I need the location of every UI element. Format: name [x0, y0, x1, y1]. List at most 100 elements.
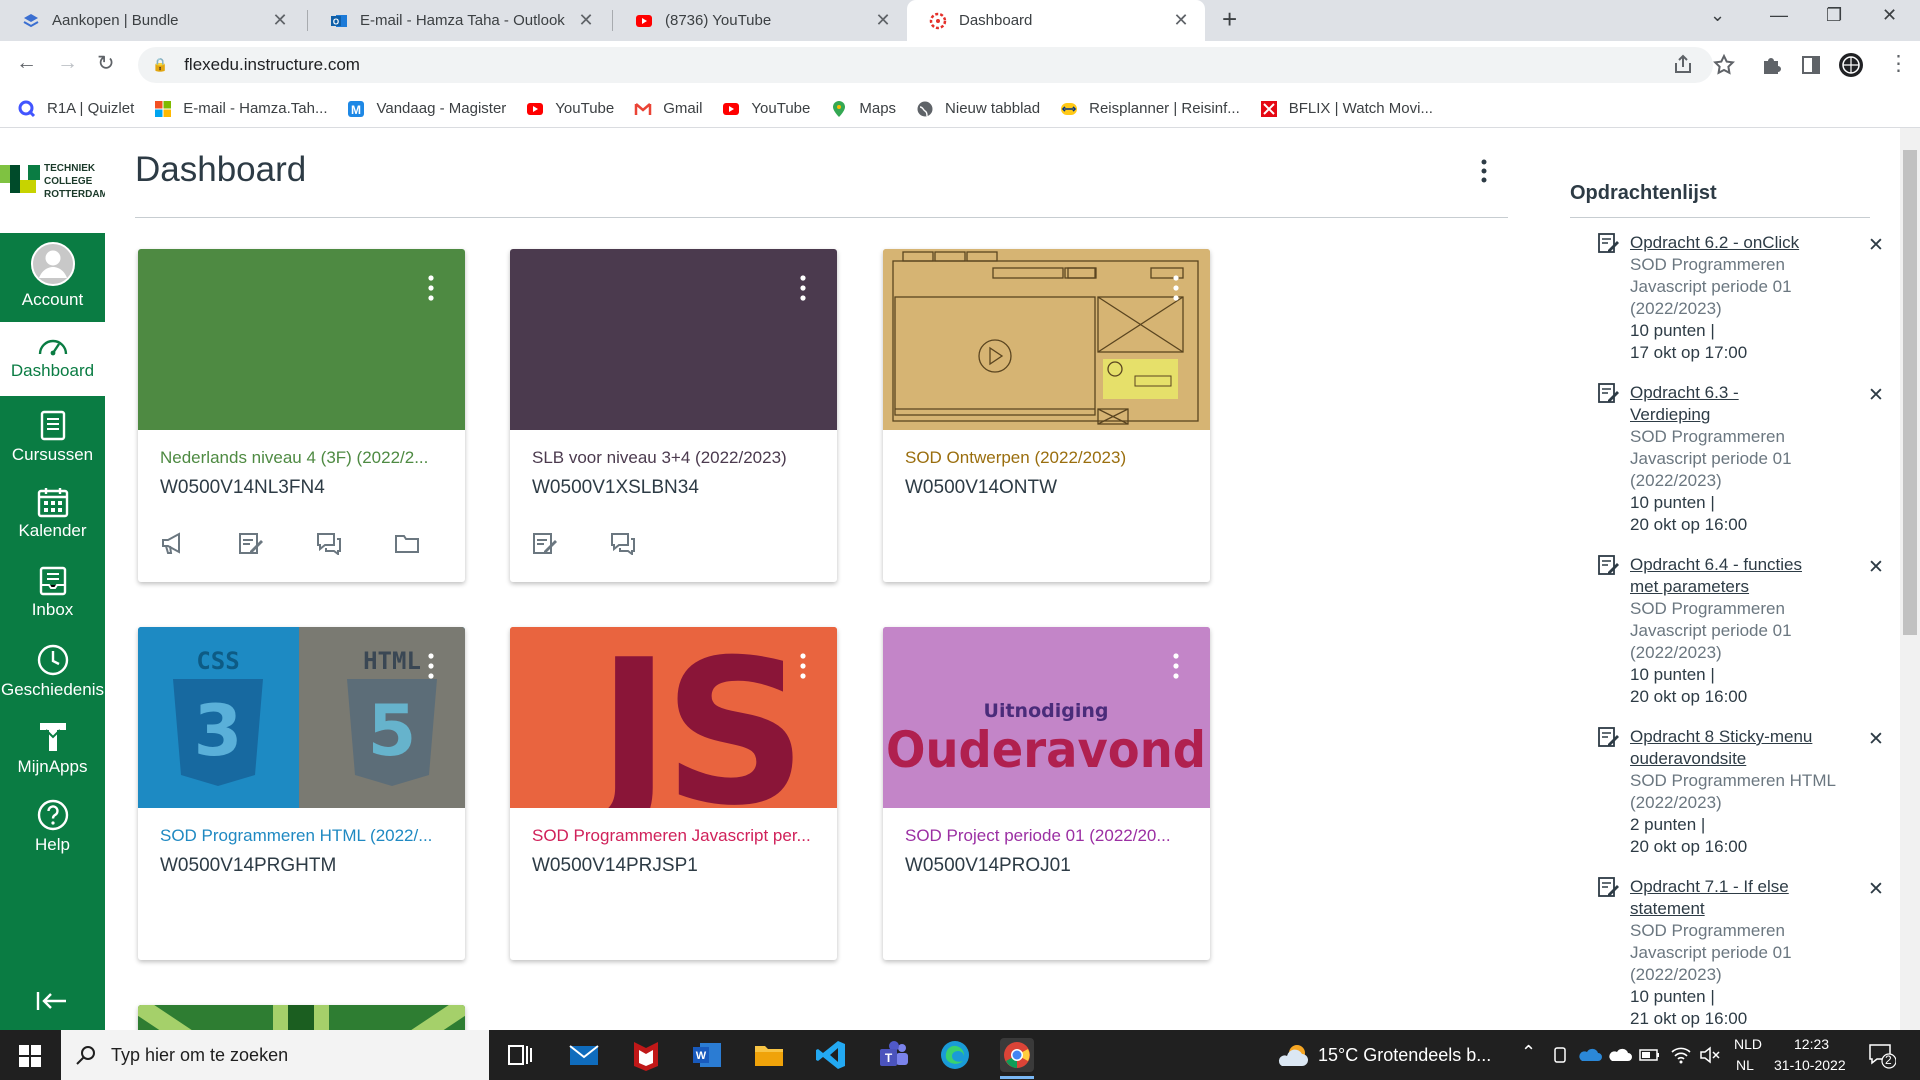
bookmark-quizlet[interactable]: R1A | Quizlet [18, 100, 134, 118]
bookmark-email[interactable]: E-mail - Hamza.Tah... [154, 100, 327, 118]
course-card-project[interactable]: Uitnodiging Ouderavond SOD Project perio… [883, 627, 1210, 960]
card-hero[interactable] [510, 249, 837, 430]
new-tab-button[interactable]: + [1222, 4, 1237, 35]
card-course-name[interactable]: SOD Programmeren HTML (2022/... [160, 826, 450, 846]
mcafee-icon[interactable] [629, 1038, 663, 1072]
clock-date[interactable]: 31-10-2022 [1774, 1057, 1846, 1073]
dismiss-todo-icon[interactable]: ✕ [1868, 878, 1884, 901]
todo-item-link[interactable]: Opdracht 6.3 - Verdieping [1630, 382, 1760, 426]
close-tab-icon[interactable]: ✕ [576, 10, 596, 31]
assignments-icon[interactable] [532, 531, 558, 555]
files-icon[interactable] [394, 531, 420, 555]
url-text[interactable]: flexedu.instructure.com [184, 55, 360, 75]
nav-inbox[interactable]: Inbox [0, 565, 105, 635]
tab-youtube[interactable]: (8736) YouTube ✕ [613, 0, 907, 41]
bookmark-magister[interactable]: M Vandaag - Magister [347, 100, 506, 118]
card-hero-ouderavond-image[interactable]: Uitnodiging Ouderavond [883, 627, 1210, 808]
taskbar-search-box[interactable]: Typ hier om te zoeken [61, 1030, 489, 1080]
close-tab-icon[interactable]: ✕ [1171, 10, 1191, 31]
profile-avatar[interactable] [1838, 52, 1864, 78]
tab-search-chevron-icon[interactable]: ⌄ [1710, 5, 1725, 26]
bookmark-maps[interactable]: Maps [830, 100, 896, 118]
card-hero-js-image[interactable]: JS [510, 627, 837, 808]
bookmark-new-tab[interactable]: Nieuw tabblad [916, 100, 1040, 118]
card-course-name[interactable]: SOD Project periode 01 (2022/20... [905, 826, 1195, 846]
input-language-bottom[interactable]: NL [1736, 1057, 1754, 1073]
card-course-name[interactable]: SOD Programmeren Javascript per... [532, 826, 822, 846]
todo-item-link[interactable]: Opdracht 7.1 - If else statement [1630, 876, 1810, 920]
browser-menu-icon[interactable]: ⋮ [1888, 51, 1909, 76]
discussions-icon[interactable] [610, 531, 636, 555]
card-course-name[interactable]: SOD Ontwerpen (2022/2023) [905, 448, 1195, 468]
school-logo[interactable]: TECHNIEK COLLEGE ROTTERDAM [0, 128, 105, 233]
course-card-nederlands[interactable]: Nederlands niveau 4 (3F) (2022/2... W050… [138, 249, 465, 582]
card-hero-css-html-image[interactable]: CSS 3 HTML 5 [138, 627, 465, 808]
dismiss-todo-icon[interactable]: ✕ [1868, 384, 1884, 407]
card-options-icon[interactable] [427, 652, 435, 680]
assignments-icon[interactable] [238, 531, 264, 555]
course-card-ontwerpen[interactable]: SOD Ontwerpen (2022/2023) W0500V14ONTW [883, 249, 1210, 582]
windows-start-icon[interactable] [19, 1045, 41, 1067]
todo-item-link[interactable]: Opdracht 8 Sticky-menu ouderavondsite [1630, 726, 1830, 770]
volume-muted-icon[interactable] [1699, 1046, 1721, 1064]
weather-cloud-icon[interactable] [1274, 1042, 1310, 1068]
announcements-icon[interactable] [160, 531, 186, 555]
back-button[interactable]: ← [16, 51, 37, 75]
discussions-icon[interactable] [316, 531, 342, 555]
card-options-icon[interactable] [427, 274, 435, 302]
word-app-icon[interactable]: W [690, 1038, 724, 1072]
bookmark-youtube-2[interactable]: YouTube [722, 100, 810, 118]
onedrive-icon[interactable] [1578, 1047, 1602, 1063]
nav-mijnapps[interactable]: MijnApps [0, 720, 105, 790]
course-card-slb[interactable]: SLB voor niveau 3+4 (2022/2023) W0500V1X… [510, 249, 837, 582]
side-panel-icon[interactable] [1798, 52, 1824, 78]
device-icon[interactable] [1552, 1046, 1568, 1064]
share-icon[interactable] [1670, 52, 1696, 78]
nav-calendar[interactable]: Kalender [0, 486, 105, 556]
nav-help[interactable]: Help [0, 798, 105, 868]
tab-bundle[interactable]: Aankopen | Bundle ✕ [0, 0, 304, 41]
nav-dashboard[interactable]: Dashboard [0, 322, 105, 396]
address-bar[interactable]: 🔒 flexedu.instructure.com [138, 47, 1713, 83]
close-tab-icon[interactable]: ✕ [270, 10, 290, 31]
bookmark-bflix[interactable]: BFLIX | Watch Movi... [1260, 100, 1433, 118]
dismiss-todo-icon[interactable]: ✕ [1868, 728, 1884, 751]
dismiss-todo-icon[interactable]: ✕ [1868, 556, 1884, 579]
card-course-name[interactable]: SLB voor niveau 3+4 (2022/2023) [532, 448, 822, 468]
bookmark-star-icon[interactable] [1711, 52, 1737, 78]
nav-history[interactable]: Geschiedenis [0, 643, 105, 713]
mail-app-icon[interactable] [567, 1038, 601, 1072]
close-tab-icon[interactable]: ✕ [873, 10, 893, 31]
tab-outlook[interactable]: O E-mail - Hamza Taha - Outlook ✕ [308, 0, 610, 41]
course-card-partial[interactable] [138, 1005, 465, 1030]
minimize-button[interactable]: — [1770, 5, 1788, 26]
course-card-javascript[interactable]: JS SOD Programmeren Javascript per... W0… [510, 627, 837, 960]
edge-icon[interactable] [938, 1038, 972, 1072]
task-view-icon[interactable] [503, 1038, 537, 1072]
dashboard-options-icon[interactable] [1480, 158, 1488, 184]
bookmark-gmail[interactable]: Gmail [634, 100, 702, 118]
dismiss-todo-icon[interactable]: ✕ [1868, 234, 1884, 257]
collapse-nav-icon[interactable] [36, 990, 68, 1012]
nav-account[interactable]: Account [0, 241, 105, 311]
battery-icon[interactable] [1639, 1048, 1661, 1062]
chrome-icon[interactable] [1000, 1038, 1034, 1072]
close-window-button[interactable]: ✕ [1882, 5, 1897, 26]
teams-icon[interactable]: T [877, 1038, 911, 1072]
vscode-icon[interactable] [814, 1038, 848, 1072]
lock-icon[interactable]: 🔒 [152, 57, 168, 73]
course-card-html[interactable]: CSS 3 HTML 5 SOD Programmeren HTML (2022… [138, 627, 465, 960]
card-options-icon[interactable] [1172, 274, 1180, 302]
maximize-button[interactable]: ❐ [1826, 5, 1842, 26]
card-options-icon[interactable] [799, 652, 807, 680]
wifi-icon[interactable] [1670, 1045, 1692, 1065]
show-hidden-icons-icon[interactable]: ⌃ [1521, 1042, 1536, 1063]
reload-button[interactable]: ↻ [97, 51, 115, 76]
card-course-name[interactable]: Nederlands niveau 4 (3F) (2022/2... [160, 448, 450, 468]
weather-text[interactable]: 15°C Grotendeels b... [1318, 1045, 1491, 1066]
card-hero-wireframe-image[interactable] [883, 249, 1210, 430]
todo-item-link[interactable]: Opdracht 6.4 - functies met parameters [1630, 554, 1830, 598]
bookmark-reisplanner[interactable]: Reisplanner | Reisinf... [1060, 100, 1240, 118]
bookmark-youtube[interactable]: YouTube [526, 100, 614, 118]
card-hero[interactable] [138, 249, 465, 430]
